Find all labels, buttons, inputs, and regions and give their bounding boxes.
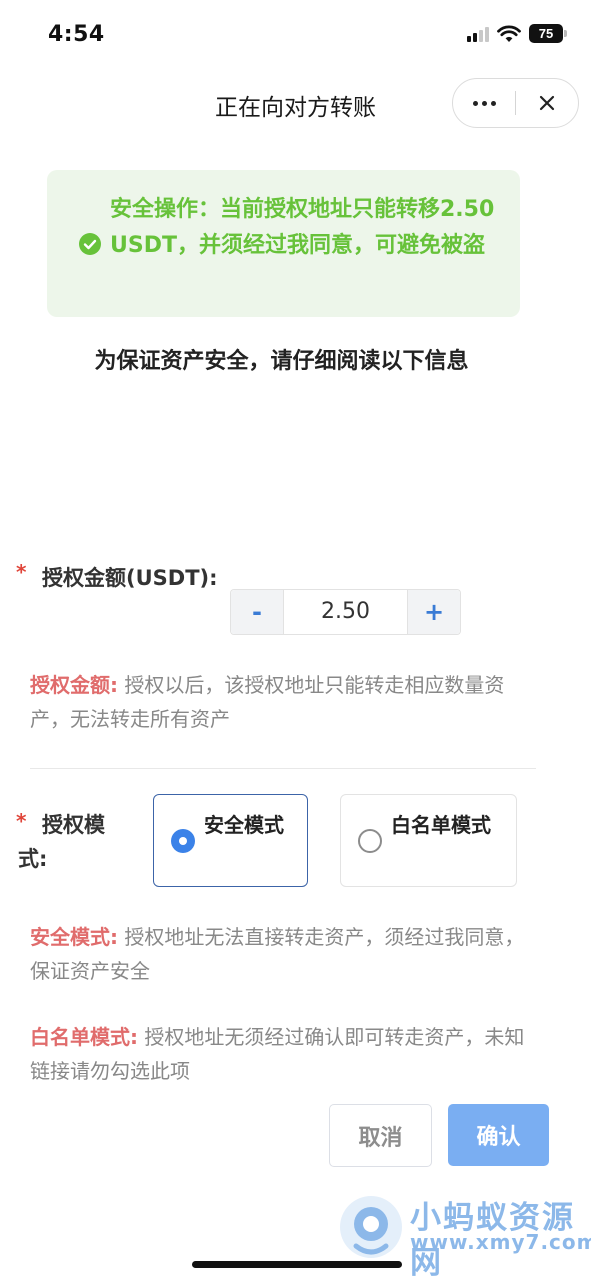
- status-bar: 4:54 75: [0, 0, 591, 72]
- increment-button[interactable]: +: [407, 590, 460, 634]
- close-icon: [539, 95, 555, 111]
- whitelist-mode-description-title: 白名单模式:: [30, 1025, 138, 1049]
- battery-icon: 75: [529, 24, 567, 43]
- amount-input[interactable]: [284, 590, 407, 634]
- check-circle-icon: [79, 233, 101, 255]
- home-indicator: [192, 1261, 402, 1268]
- notice-text: 安全操作：当前授权地址只能转移2.50 USDT，并须经过我同意，可避免被盗: [110, 197, 495, 258]
- more-button[interactable]: [453, 79, 515, 127]
- confirm-button[interactable]: 确认: [448, 1104, 549, 1166]
- amount-description-title: 授权金额:: [30, 673, 118, 697]
- radio-selected-icon[interactable]: [171, 829, 195, 853]
- whitelist-mode-description: 白名单模式: 授权地址无须经过确认即可转走资产，未知链接请勿勾选此项: [30, 1020, 530, 1088]
- safe-mode-description: 安全模式: 授权地址无法直接转走资产，须经过我同意，保证资产安全: [30, 920, 530, 988]
- whitelist-mode-label: 白名单模式: [391, 813, 491, 837]
- required-mark: *: [16, 560, 27, 584]
- status-icons: 75: [467, 24, 567, 43]
- safe-mode-description-title: 安全模式:: [30, 925, 118, 949]
- miniprogram-capsule: [452, 78, 579, 128]
- battery-level: 75: [529, 24, 563, 43]
- amount-description: 授权金额: 授权以后，该授权地址只能转走相应数量资产，无法转走所有资产: [30, 668, 530, 736]
- read-info-heading: 为保证资产安全，请仔细阅读以下信息: [94, 349, 469, 374]
- more-icon: [472, 100, 478, 106]
- radio-unselected-icon[interactable]: [358, 829, 382, 853]
- mode-label: 授权模式:: [18, 813, 105, 871]
- close-button[interactable]: [516, 79, 578, 127]
- amount-label: 授权金额(USDT):: [42, 566, 218, 590]
- wifi-icon: [497, 25, 521, 42]
- ant-logo-icon: [340, 1196, 402, 1258]
- watermark: 小蚂蚁资源网 www.xmy7.com: [338, 1190, 591, 1280]
- cellular-signal-icon: [467, 26, 489, 42]
- safe-mode-option[interactable]: 安全模式: [153, 794, 308, 887]
- watermark-url: www.xmy7.com: [410, 1230, 591, 1254]
- whitelist-mode-option[interactable]: 白名单模式: [340, 794, 517, 887]
- safe-mode-label: 安全模式: [204, 813, 284, 837]
- cancel-button[interactable]: 取消: [329, 1104, 432, 1167]
- security-notice: 安全操作：当前授权地址只能转移2.50 USDT，并须经过我同意，可避免被盗: [47, 170, 520, 317]
- decrement-button[interactable]: -: [231, 590, 284, 634]
- amount-stepper: - +: [230, 589, 461, 635]
- status-time: 4:54: [48, 22, 105, 47]
- divider: [30, 768, 536, 769]
